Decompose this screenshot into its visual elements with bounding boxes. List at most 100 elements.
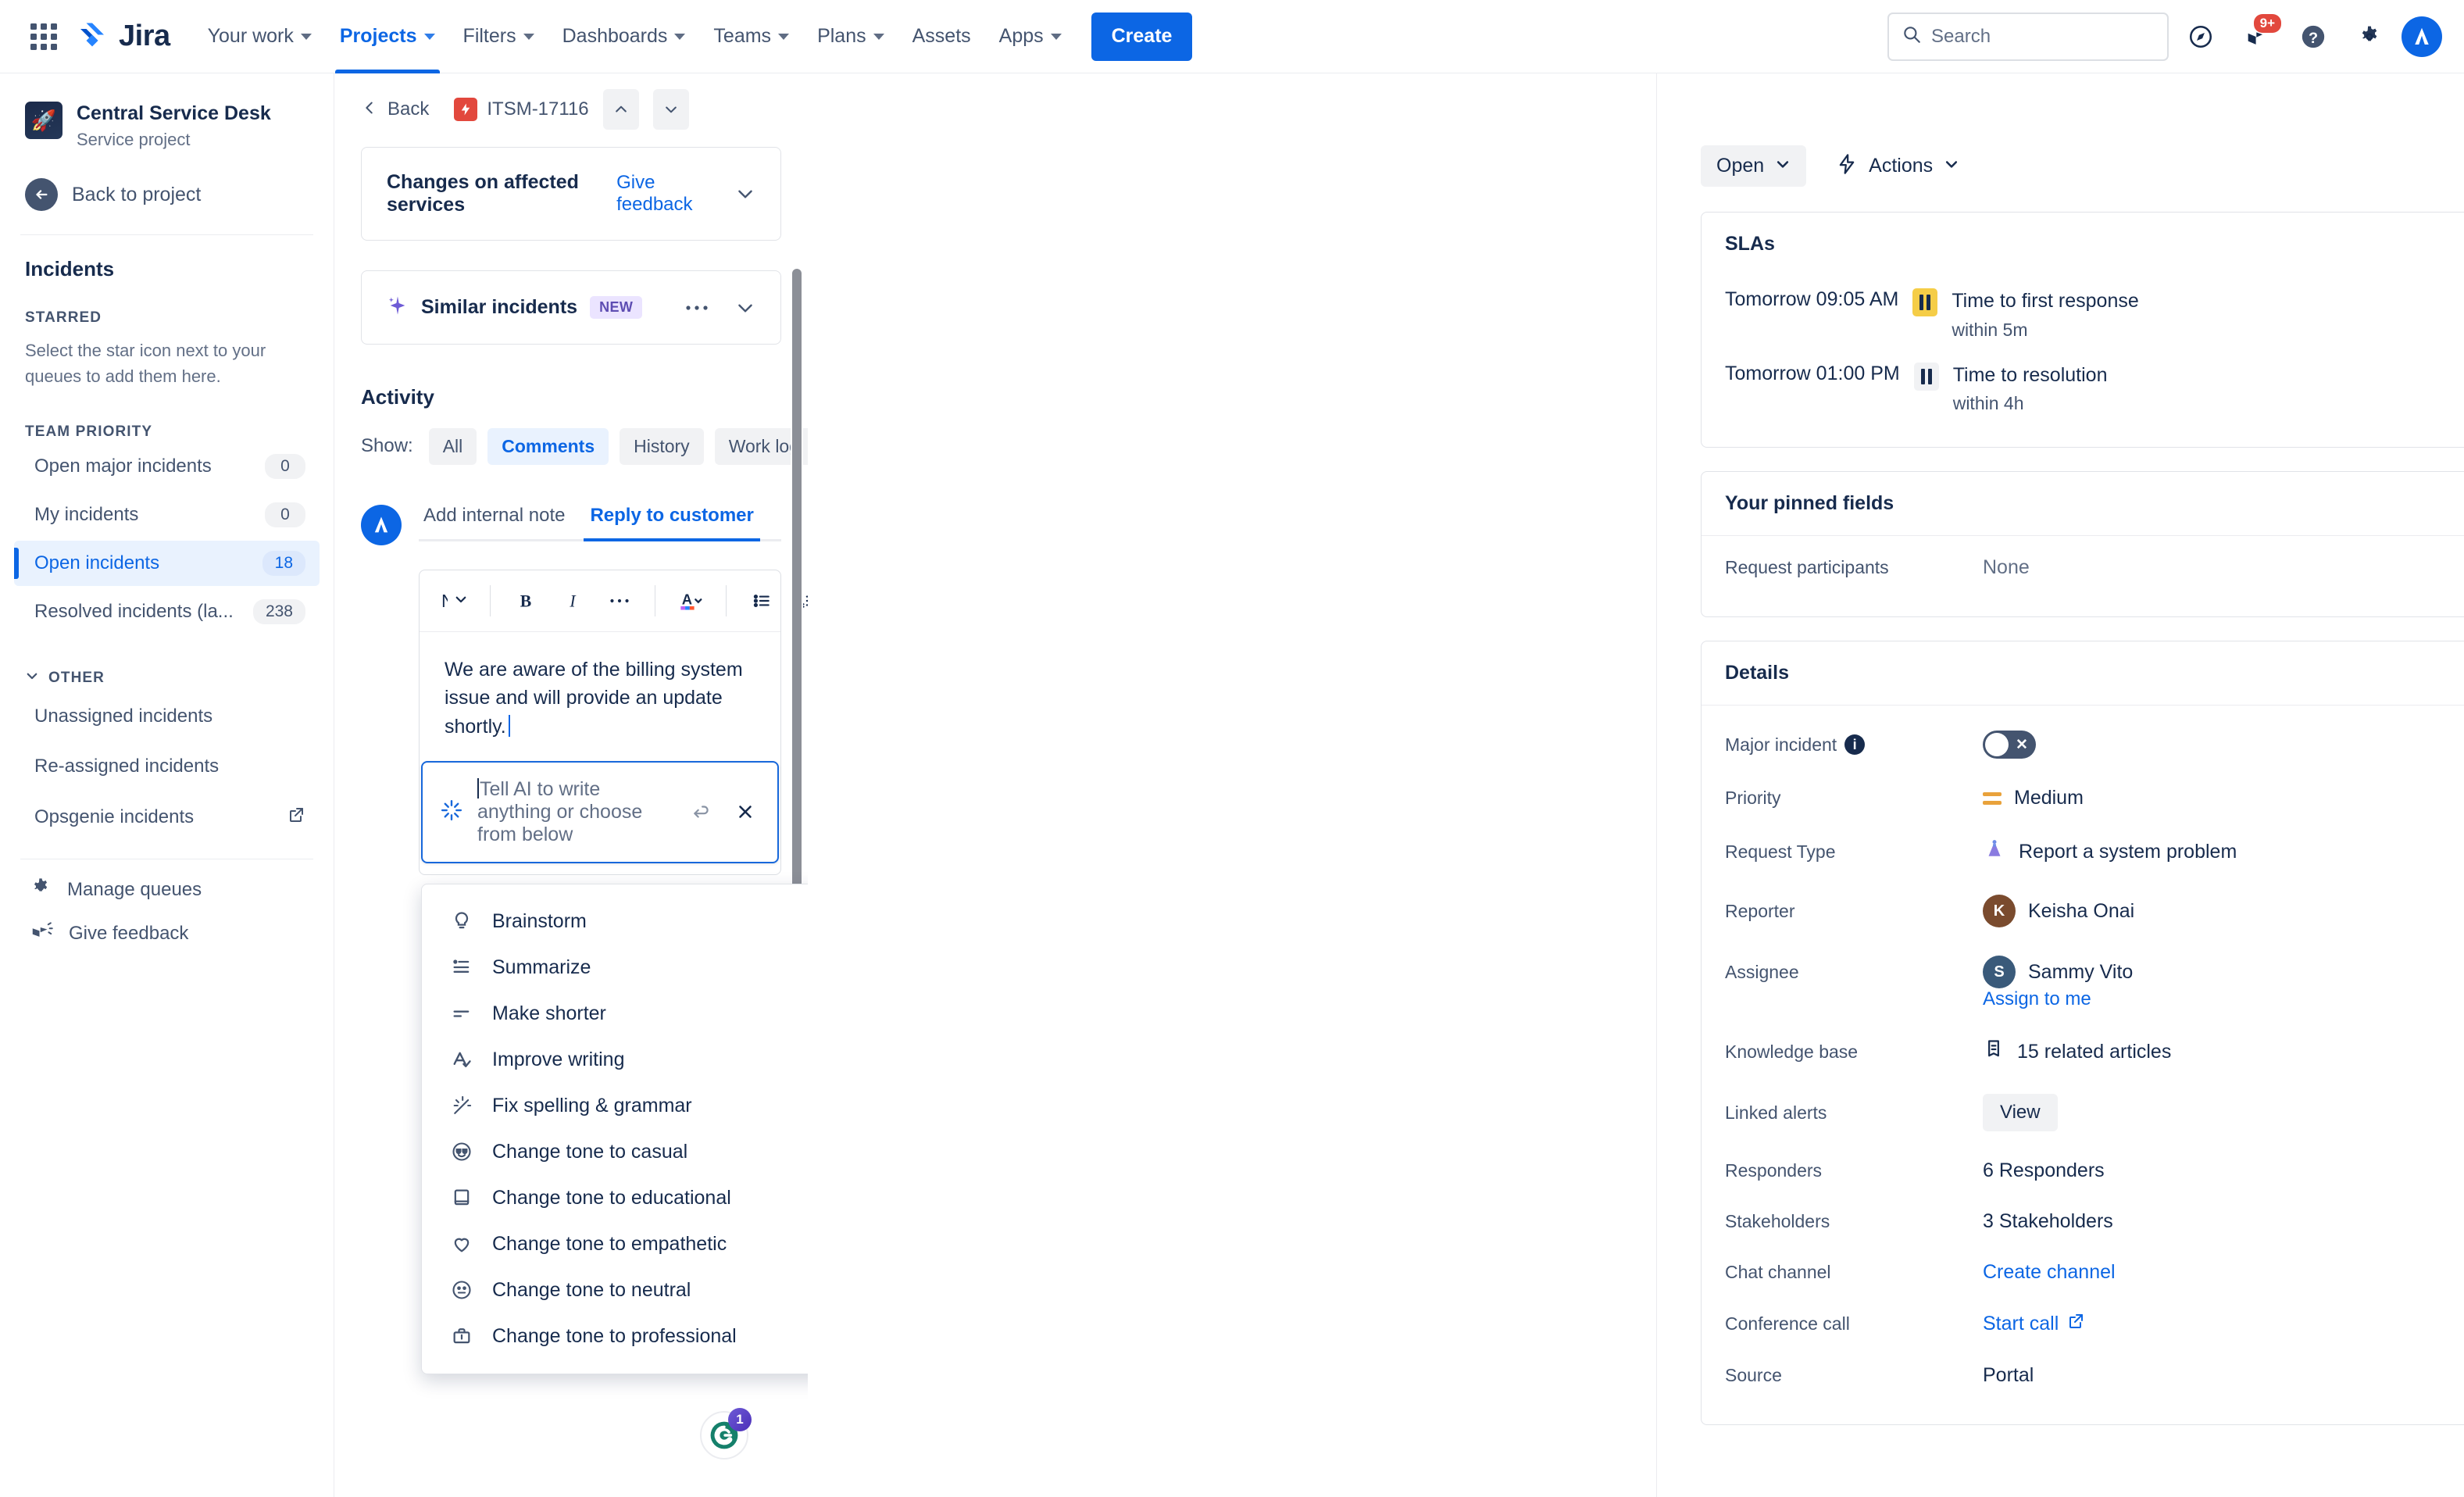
actions-dropdown[interactable]: Actions (1830, 144, 1966, 188)
field-value[interactable]: K Keisha Onai (1983, 895, 2464, 927)
ai-submit-icon[interactable] (687, 802, 716, 822)
gear-icon[interactable] (2345, 13, 2394, 61)
notifications-icon[interactable]: 9+ (2233, 13, 2281, 61)
main-scrollbar[interactable] (791, 263, 803, 950)
slas-card-header[interactable]: SLAs (1702, 213, 2464, 276)
main-scrollbar-thumb[interactable] (792, 269, 802, 944)
activity-filter-history[interactable]: History (620, 427, 704, 465)
field-value[interactable]: 3 Stakeholders (1983, 1210, 2464, 1233)
give-feedback-link[interactable]: Give feedback (616, 172, 709, 216)
nav-item-projects[interactable]: Projects (326, 13, 449, 73)
activity-filter-all[interactable]: All (428, 427, 477, 465)
nav-label: Projects (339, 25, 417, 47)
field-value[interactable]: Medium (1983, 787, 2464, 809)
priority-medium-icon (1983, 791, 2002, 805)
sidebar-section-heading: Incidents (25, 257, 115, 281)
sidebar-queue-unassigned-incidents[interactable]: Unassigned incidents (14, 695, 320, 738)
field-value[interactable]: Report a system problem (1983, 838, 2464, 866)
sidebar-queue-open-major-incidents[interactable]: Open major incidents 0 (14, 444, 320, 489)
field-value[interactable]: S Sammy Vito (1983, 956, 2464, 988)
activity-filter-row: Show: All Comments History Work log Appr… (361, 427, 808, 466)
project-header[interactable]: 🚀 Central Service Desk Service project (0, 94, 334, 150)
field-value[interactable]: 15 related articles (1983, 1038, 2464, 1066)
nav-item-plans[interactable]: Plans (803, 13, 898, 61)
sidebar-queue-my-incidents[interactable]: My incidents 0 (14, 492, 320, 538)
search-placeholder: Search (1931, 25, 1991, 47)
lightbulb-icon (448, 910, 475, 932)
tab-reply-to-customer[interactable]: Reply to customer (577, 500, 766, 541)
chevron-down-icon (873, 33, 884, 40)
ai-prompt-input[interactable]: Tell AI to write anything or choose from… (421, 760, 779, 863)
start-call-link[interactable]: Start call (1983, 1313, 2059, 1335)
grammarly-icon[interactable]: 1 (700, 1408, 752, 1459)
italic-icon[interactable]: I (552, 580, 594, 622)
assign-to-me-link[interactable]: Assign to me (1983, 988, 2091, 1010)
info-icon[interactable]: i (1844, 734, 1866, 755)
nav-item-apps[interactable]: Apps (985, 13, 1076, 61)
jira-brand-label: Jira (119, 20, 170, 52)
ai-menu-label: Brainstorm (492, 909, 587, 932)
search-input[interactable]: Search (1887, 12, 2169, 61)
previous-issue-button[interactable] (602, 89, 639, 130)
ai-menu-item-change-tone-professional[interactable]: Change tone to professional (422, 1313, 808, 1359)
create-channel-link[interactable]: Create channel (1983, 1261, 2116, 1284)
ai-menu-item-change-tone-educational[interactable]: Change tone to educational (422, 1175, 808, 1221)
editor-text-area[interactable]: We are aware of the billing system issue… (420, 632, 780, 761)
ai-menu-item-change-tone-casual[interactable]: Change tone to casual (422, 1129, 808, 1175)
more-formatting-icon[interactable] (598, 580, 641, 622)
app-switcher-icon[interactable] (22, 15, 66, 59)
details-header[interactable]: Details (1702, 641, 2464, 705)
chevron-down-icon[interactable] (735, 184, 755, 204)
major-incident-toggle[interactable]: ✕ (1983, 731, 2036, 759)
back-button[interactable]: Back (361, 98, 429, 120)
manage-queues-link[interactable]: Manage queues (0, 859, 334, 902)
queue-label: Open incidents (34, 552, 160, 574)
field-value[interactable]: None (1983, 556, 2464, 579)
other-group-label-row[interactable]: OTHER (0, 634, 334, 688)
field-value: Portal (1983, 1364, 2034, 1386)
more-options-icon[interactable] (685, 304, 709, 312)
jira-logo-home-link[interactable]: Jira (77, 20, 170, 53)
field-label: Major incident i (1725, 734, 1983, 756)
ai-menu-item-make-shorter[interactable]: Make shorter (422, 991, 808, 1037)
activity-filter-comments[interactable]: Comments (487, 427, 609, 465)
compass-icon[interactable] (2177, 13, 2225, 61)
ai-menu-item-brainstorm[interactable]: Brainstorm (422, 899, 808, 945)
nav-item-teams[interactable]: Teams (699, 13, 803, 61)
view-linked-alerts-button[interactable]: View (1983, 1094, 2058, 1131)
sidebar-queue-reassigned-incidents[interactable]: Re-assigned incidents (14, 745, 320, 788)
issue-key-link[interactable]: ITSM-17116 (454, 98, 589, 121)
ai-menu-item-fix-spelling-grammar[interactable]: Fix spelling & grammar (422, 1083, 808, 1129)
pinned-fields-header[interactable]: Your pinned fields (1702, 472, 2464, 535)
nav-item-dashboards[interactable]: Dashboards (548, 13, 700, 61)
sidebar-queue-open-incidents[interactable]: Open incidents 18 (14, 541, 320, 587)
ai-menu-item-improve-writing[interactable]: Improve writing (422, 1037, 808, 1083)
field-value[interactable]: 6 Responders (1983, 1159, 2464, 1182)
help-icon[interactable]: ? (2289, 13, 2337, 61)
profile-avatar[interactable] (2402, 16, 2442, 57)
ai-menu-item-change-tone-neutral[interactable]: Change tone to neutral (422, 1267, 808, 1313)
tab-add-internal-note[interactable]: Add internal note (419, 500, 577, 539)
status-dropdown[interactable]: Open (1701, 145, 1807, 187)
nav-item-assets[interactable]: Assets (898, 13, 985, 61)
bullet-list-icon[interactable] (741, 580, 783, 622)
nav-item-filters[interactable]: Filters (449, 13, 548, 61)
ai-menu-item-summarize[interactable]: Summarize (422, 945, 808, 991)
next-issue-button[interactable] (652, 89, 689, 130)
bold-icon[interactable]: B (505, 580, 547, 622)
ai-menu-label: Fix spelling & grammar (492, 1094, 692, 1116)
ai-menu-label: Change tone to professional (492, 1324, 737, 1347)
text-style-dropdown[interactable]: Normal tex (434, 580, 476, 622)
back-to-project-link[interactable]: Back to project (0, 178, 334, 212)
sidebar-queue-opsgenie-incidents[interactable]: Opsgenie incidents (14, 795, 320, 838)
create-button[interactable]: Create (1091, 12, 1193, 61)
text-color-icon[interactable]: A (670, 580, 712, 622)
close-icon[interactable] (730, 802, 760, 822)
give-feedback-link[interactable]: Give feedback (0, 902, 334, 947)
priority-value: Medium (2014, 787, 2084, 809)
ai-menu-item-change-tone-empathetic[interactable]: Change tone to empathetic (422, 1221, 808, 1267)
nav-item-your-work[interactable]: Your work (194, 13, 326, 61)
sidebar-queue-resolved-incidents[interactable]: Resolved incidents (la... 238 (14, 589, 320, 634)
assignee-avatar: S (1983, 956, 2016, 988)
chevron-down-icon[interactable] (735, 298, 755, 318)
